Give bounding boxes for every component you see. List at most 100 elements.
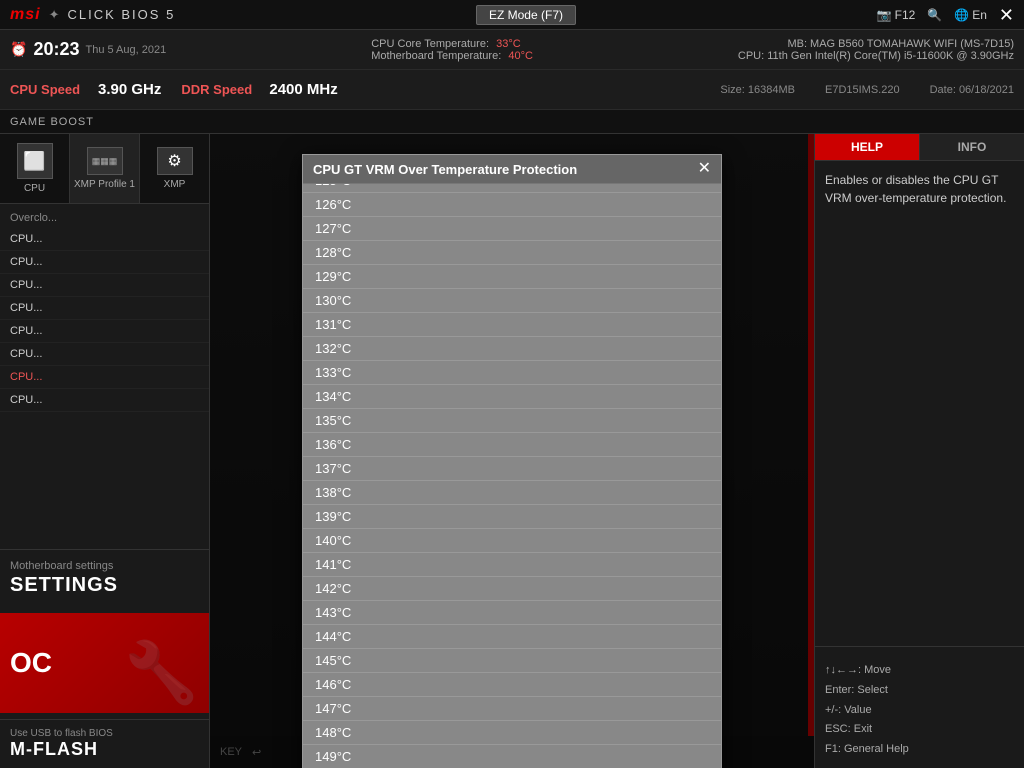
mb-temp-line: Motherboard Temperature: 40°C <box>371 50 533 62</box>
help-content: Enables or disables the CPU GT VRM over-… <box>815 161 1024 640</box>
cpu-name: CPU: 11th Gen Intel(R) Core(TM) i5-11600… <box>738 50 1014 62</box>
temperature-item[interactable]: 135°C <box>303 409 721 433</box>
mb-temp-label: Motherboard Temperature: <box>371 50 501 62</box>
msi-logo: msi <box>10 6 41 24</box>
right-divider <box>815 646 1024 647</box>
temperature-item[interactable]: 145°C <box>303 649 721 673</box>
key-hint-item: Enter: Select <box>825 681 1014 701</box>
clock-icon: ⏰ <box>10 41 27 58</box>
tab-xmp2[interactable]: ⚙ XMP <box>140 134 209 203</box>
language-button[interactable]: 🌐 En <box>954 8 987 22</box>
key-hint-item: ESC: Exit <box>825 720 1014 740</box>
temperature-item[interactable]: 130°C <box>303 289 721 313</box>
ddr-speed-value: 2400 MHz <box>269 81 337 98</box>
camera-icon: 📷 <box>877 8 892 22</box>
clock-section: ⏰ 20:23 Thu 5 Aug, 2021 <box>10 39 166 60</box>
tab-cpu-label: CPU <box>24 183 45 194</box>
settings-section: Motherboard settings SETTINGS <box>0 549 209 607</box>
temperature-item[interactable]: 144°C <box>303 625 721 649</box>
system-info: MB: MAG B560 TOMAHAWK WIFI (MS-7D15) CPU… <box>738 38 1014 62</box>
temperature-list: 123°C124°C125°C126°C127°C128°C129°C130°C… <box>303 184 721 768</box>
temperature-item[interactable]: 141°C <box>303 553 721 577</box>
modal-title: CPU GT VRM Over Temperature Protection <box>313 162 577 177</box>
temperature-item[interactable]: 128°C <box>303 241 721 265</box>
temperature-item[interactable]: 137°C <box>303 457 721 481</box>
temperature-item[interactable]: 149°C <box>303 745 721 768</box>
bios-title-divider: ✦ <box>49 7 60 23</box>
temperature-item[interactable]: 129°C <box>303 265 721 289</box>
temperature-info: CPU Core Temperature: 33°C Motherboard T… <box>371 38 533 62</box>
bios-title: CLICK BIOS 5 <box>67 7 175 22</box>
time-display: 20:23 <box>33 39 79 60</box>
mb-name: MB: MAG B560 TOMAHAWK WIFI (MS-7D15) <box>738 38 1014 50</box>
modal-close-button[interactable]: ✕ <box>698 161 711 177</box>
cpu-temp-label: CPU Core Temperature: <box>371 38 489 50</box>
temperature-item[interactable]: 148°C <box>303 721 721 745</box>
key-hint-item: ↑↓←→: Move <box>825 661 1014 681</box>
help-text: Enables or disables the CPU GT VRM over-… <box>825 171 1014 207</box>
globe-icon: 🌐 <box>954 8 969 22</box>
lang-label: En <box>972 8 987 22</box>
temperature-item[interactable]: 127°C <box>303 217 721 241</box>
temperature-item[interactable]: 133°C <box>303 361 721 385</box>
temperature-item[interactable]: 134°C <box>303 385 721 409</box>
tab-xmp1[interactable]: ▦▦▦ XMP Profile 1 <box>70 134 140 203</box>
wrench-icon: 🔧 <box>124 637 199 708</box>
temperature-item[interactable]: 136°C <box>303 433 721 457</box>
menu-item-0[interactable]: CPU... <box>0 228 209 251</box>
right-panel: HELP INFO Enables or disables the CPU GT… <box>814 134 1024 768</box>
oc-box[interactable]: OC 🔧 <box>0 613 209 713</box>
close-button[interactable]: ✕ <box>999 6 1014 24</box>
modal-header: CPU GT VRM Over Temperature Protection ✕ <box>303 155 721 184</box>
oc-label: OC <box>10 647 52 679</box>
info-bar: ⏰ 20:23 Thu 5 Aug, 2021 CPU Core Tempera… <box>0 30 1024 70</box>
key-hint-item: +/-: Value <box>825 701 1014 721</box>
settings-subtitle: Motherboard settings <box>10 560 199 572</box>
temperature-item[interactable]: 147°C <box>303 697 721 721</box>
temperature-item[interactable]: 138°C <box>303 481 721 505</box>
temperature-item[interactable]: 143°C <box>303 601 721 625</box>
cpu-speed-value: 3.90 GHz <box>98 81 161 98</box>
search-icon: 🔍 <box>927 8 942 22</box>
temperature-item[interactable]: 146°C <box>303 673 721 697</box>
menu-item-3[interactable]: CPU... <box>0 297 209 320</box>
mflash-subtitle: Use USB to flash BIOS <box>10 728 199 739</box>
menu-item-4[interactable]: CPU... <box>0 320 209 343</box>
screenshot-button[interactable]: 📷 F12 <box>877 8 916 22</box>
menu-item-1[interactable]: CPU... <box>0 251 209 274</box>
temperature-item[interactable]: 126°C <box>303 193 721 217</box>
menu-item-7[interactable]: CPU... <box>0 389 209 412</box>
overclock-label: Overclo... <box>0 204 209 228</box>
temperature-item[interactable]: 139°C <box>303 505 721 529</box>
temperature-item[interactable]: 140°C <box>303 529 721 553</box>
menu-item-5[interactable]: CPU... <box>0 343 209 366</box>
temperature-item[interactable]: 132°C <box>303 337 721 361</box>
cpu-speed-label: CPU Speed <box>10 82 90 97</box>
tab-help[interactable]: HELP <box>815 134 920 160</box>
ddr-speed-item: DDR Speed 2400 MHz <box>181 81 337 98</box>
modal-overlay: CPU GT VRM Over Temperature Protection ✕… <box>210 134 814 768</box>
bios-version: E7D15IMS.220 <box>825 84 900 96</box>
temperature-item[interactable]: 142°C <box>303 577 721 601</box>
tab-cpu[interactable]: ⬜ CPU <box>0 134 70 203</box>
tab-info[interactable]: INFO <box>920 134 1024 160</box>
xmp2-icon: ⚙ <box>157 147 193 175</box>
cpu-temp-line: CPU Core Temperature: 33°C <box>371 38 533 50</box>
temperature-item[interactable]: 131°C <box>303 313 721 337</box>
left-sidebar: ⬜ CPU ▦▦▦ XMP Profile 1 ⚙ XMP Overclo...… <box>0 134 210 768</box>
menu-items: CPU... CPU... CPU... CPU... CPU... CPU..… <box>0 228 209 549</box>
search-button[interactable]: 🔍 <box>927 8 942 22</box>
ddr-speed-label: DDR Speed <box>181 82 261 97</box>
mflash-title: M-FLASH <box>10 739 199 760</box>
menu-item-2[interactable]: CPU... <box>0 274 209 297</box>
top-bar: msi ✦ CLICK BIOS 5 EZ Mode (F7) 📷 F12 🔍 … <box>0 0 1024 30</box>
ez-mode-button[interactable]: EZ Mode (F7) <box>476 5 576 25</box>
top-bar-left: msi ✦ CLICK BIOS 5 <box>10 6 175 24</box>
modal-body[interactable]: 123°C124°C125°C126°C127°C128°C129°C130°C… <box>303 184 721 768</box>
mflash-section[interactable]: Use USB to flash BIOS M-FLASH <box>0 719 209 768</box>
temperature-item[interactable]: 125°C <box>303 184 721 193</box>
menu-item-6[interactable]: CPU... <box>0 366 209 389</box>
top-bar-center: EZ Mode (F7) <box>476 5 576 25</box>
temperature-modal: CPU GT VRM Over Temperature Protection ✕… <box>302 154 722 768</box>
top-bar-right: 📷 F12 🔍 🌐 En ✕ <box>877 6 1014 24</box>
